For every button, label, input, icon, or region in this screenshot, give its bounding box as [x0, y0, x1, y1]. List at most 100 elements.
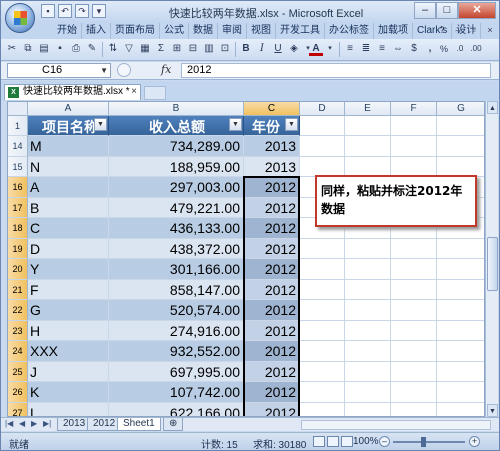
name-cell[interactable]: N [28, 156, 109, 177]
help-icon[interactable]: ? [435, 24, 449, 37]
zoom-level[interactable]: 100% [353, 436, 379, 447]
row-header[interactable]: 1 [8, 116, 28, 136]
cut-icon[interactable]: ✂ [5, 42, 19, 56]
amount-cell[interactable]: 297,003.00 [109, 177, 244, 198]
ribbon-tab[interactable]: 数据 [189, 23, 218, 39]
sort-icon[interactable]: ⇅ [106, 42, 120, 56]
prev-sheet-icon[interactable]: ◀ [19, 419, 25, 428]
empty-cell[interactable] [437, 280, 484, 300]
row-header[interactable]: 16 [8, 177, 28, 198]
format-painter-icon[interactable]: ✎ [85, 42, 99, 56]
name-box[interactable]: C16 ▼ [7, 63, 111, 78]
ribbon-tab[interactable]: 页面布局 [111, 23, 160, 39]
empty-cell[interactable] [437, 362, 484, 382]
spreadsheet-grid[interactable]: A B C D E F G 1 项目名称 ▼ 收入总额 ▼ 年份 ▼ 14 M 734,289.00 2013 15… [7, 101, 485, 417]
select-all-corner[interactable] [8, 102, 28, 116]
row-header[interactable]: 21 [8, 279, 28, 300]
row-header[interactable]: 24 [8, 341, 28, 362]
name-box-dropdown-icon[interactable]: ▼ [100, 64, 108, 77]
ribbon-tab[interactable]: 开始 [53, 23, 82, 39]
row-header[interactable]: 14 [8, 136, 28, 157]
empty-cell[interactable] [300, 136, 345, 157]
empty-cell[interactable] [437, 382, 484, 403]
close-button[interactable]: ✕ [458, 2, 496, 19]
percent-icon[interactable]: % [437, 42, 451, 56]
empty-cell[interactable] [300, 361, 345, 382]
empty-cell[interactable] [391, 238, 437, 259]
copy-icon[interactable]: ⧉ [21, 42, 35, 56]
scroll-down-icon[interactable]: ▼ [487, 404, 498, 417]
empty-cell[interactable] [437, 321, 484, 341]
name-cell[interactable]: F [28, 279, 109, 300]
empty-cell[interactable] [345, 402, 391, 416]
empty-cell[interactable] [437, 259, 484, 280]
amount-cell[interactable]: 858,147.00 [109, 279, 244, 300]
redo-icon[interactable]: ↷ [75, 4, 89, 18]
year-cell[interactable]: 2012 [244, 279, 300, 300]
empty-cell[interactable] [391, 279, 437, 300]
print-icon[interactable]: ⎙ [69, 42, 83, 56]
empty-cell[interactable] [391, 136, 437, 157]
office-button[interactable] [5, 3, 35, 33]
chart-icon[interactable]: ▦ [138, 42, 152, 56]
row-header[interactable]: 19 [8, 238, 28, 259]
empty-cell[interactable] [300, 320, 345, 341]
year-cell[interactable]: 2012 [244, 177, 300, 198]
underline-icon[interactable]: U [271, 42, 285, 56]
empty-cell[interactable] [345, 361, 391, 382]
empty-cell[interactable] [345, 156, 391, 177]
empty-cell[interactable] [345, 116, 391, 136]
row-header[interactable]: 22 [8, 300, 28, 321]
last-sheet-icon[interactable]: ▶| [43, 419, 51, 428]
year-cell[interactable]: 2012 [244, 402, 300, 416]
empty-cell[interactable] [300, 341, 345, 362]
row-header[interactable]: 27 [8, 402, 28, 416]
vertical-scrollbar[interactable]: ▲ ▼ [485, 101, 498, 417]
scroll-up-icon[interactable]: ▲ [487, 101, 498, 114]
amount-cell[interactable]: 274,916.00 [109, 320, 244, 341]
empty-cell[interactable] [345, 382, 391, 403]
empty-cell[interactable] [345, 136, 391, 157]
year-cell[interactable]: 2013 [244, 156, 300, 177]
font-color-icon[interactable]: A [309, 42, 323, 56]
delete-row-icon[interactable]: ⊟ [186, 42, 200, 56]
year-cell[interactable]: 2012 [244, 259, 300, 280]
next-sheet-icon[interactable]: ▶ [31, 419, 37, 428]
align-left-icon[interactable]: ≡ [343, 42, 357, 56]
empty-cell[interactable] [345, 259, 391, 280]
empty-cell[interactable] [300, 279, 345, 300]
amount-cell[interactable]: 734,289.00 [109, 136, 244, 157]
empty-cell[interactable] [300, 116, 345, 136]
ribbon-tab[interactable]: 插入 [82, 23, 111, 39]
empty-cell[interactable] [345, 320, 391, 341]
amount-cell[interactable]: 436,133.00 [109, 218, 244, 239]
empty-cell[interactable] [300, 156, 345, 177]
insert-sheet-icon[interactable]: ⊕ [163, 418, 184, 431]
row-header[interactable]: 17 [8, 197, 28, 218]
zoom-slider[interactable] [393, 441, 465, 443]
filter-dropdown-icon[interactable]: ▼ [229, 118, 242, 131]
filter-dropdown-icon[interactable]: ▼ [285, 118, 298, 131]
column-header-c[interactable]: C [244, 102, 300, 116]
empty-cell[interactable] [437, 239, 484, 259]
decrease-decimal-icon[interactable]: .00 [469, 42, 483, 56]
amount-cell[interactable]: 479,221.00 [109, 197, 244, 218]
formula-input[interactable]: 2012 [181, 63, 491, 78]
year-cell[interactable]: 2012 [244, 300, 300, 321]
column-header-a[interactable]: A [28, 102, 109, 116]
save-icon[interactable]: ▪ [41, 4, 55, 18]
name-cell[interactable]: XXX [28, 341, 109, 362]
empty-cell[interactable] [345, 279, 391, 300]
empty-cell[interactable] [391, 156, 437, 177]
empty-cell[interactable] [391, 116, 437, 136]
freeze-icon[interactable]: ⊡ [218, 42, 232, 56]
column-header-e[interactable]: E [345, 102, 391, 116]
name-cell[interactable]: J [28, 361, 109, 382]
empty-cell[interactable] [300, 382, 345, 403]
empty-cell[interactable] [300, 238, 345, 259]
workbook-tab[interactable]: X 快速比较两年数据.xlsx * × [4, 84, 141, 100]
ribbon-tab[interactable]: 视图 [247, 23, 276, 39]
zoom-out-icon[interactable]: – [379, 436, 390, 447]
year-cell[interactable]: 2012 [244, 320, 300, 341]
empty-cell[interactable] [391, 259, 437, 280]
